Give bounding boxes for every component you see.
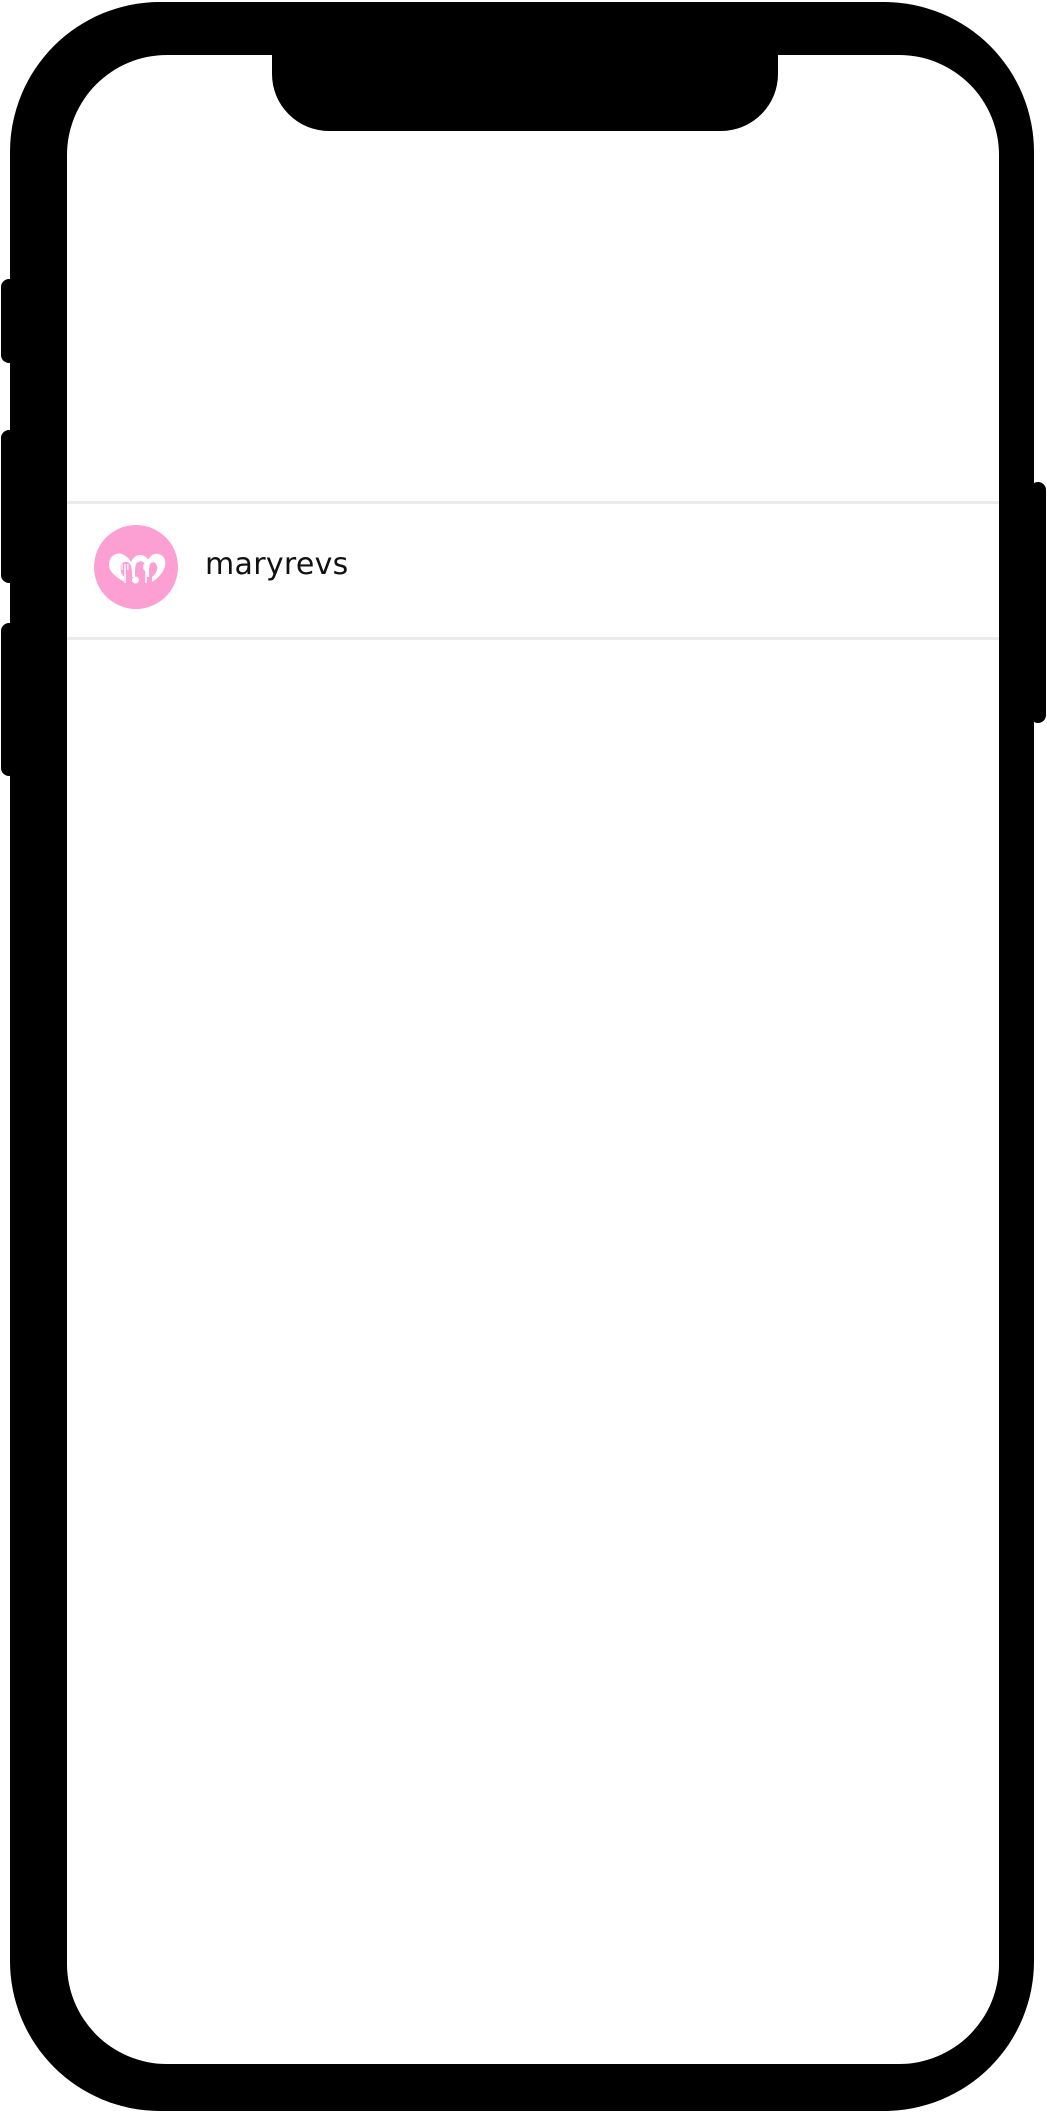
m-heart-utensils-logo-icon — [109, 553, 166, 584]
phone-frame: maryrevs — [10, 2, 1034, 2111]
account-username: maryrevs — [205, 547, 349, 582]
device-mockup: maryrevs — [0, 0, 1047, 2115]
account-list-item[interactable]: maryrevs — [67, 501, 999, 640]
avatar — [94, 525, 178, 609]
phone-screen: maryrevs — [67, 55, 999, 2064]
device-notch — [272, 42, 778, 131]
